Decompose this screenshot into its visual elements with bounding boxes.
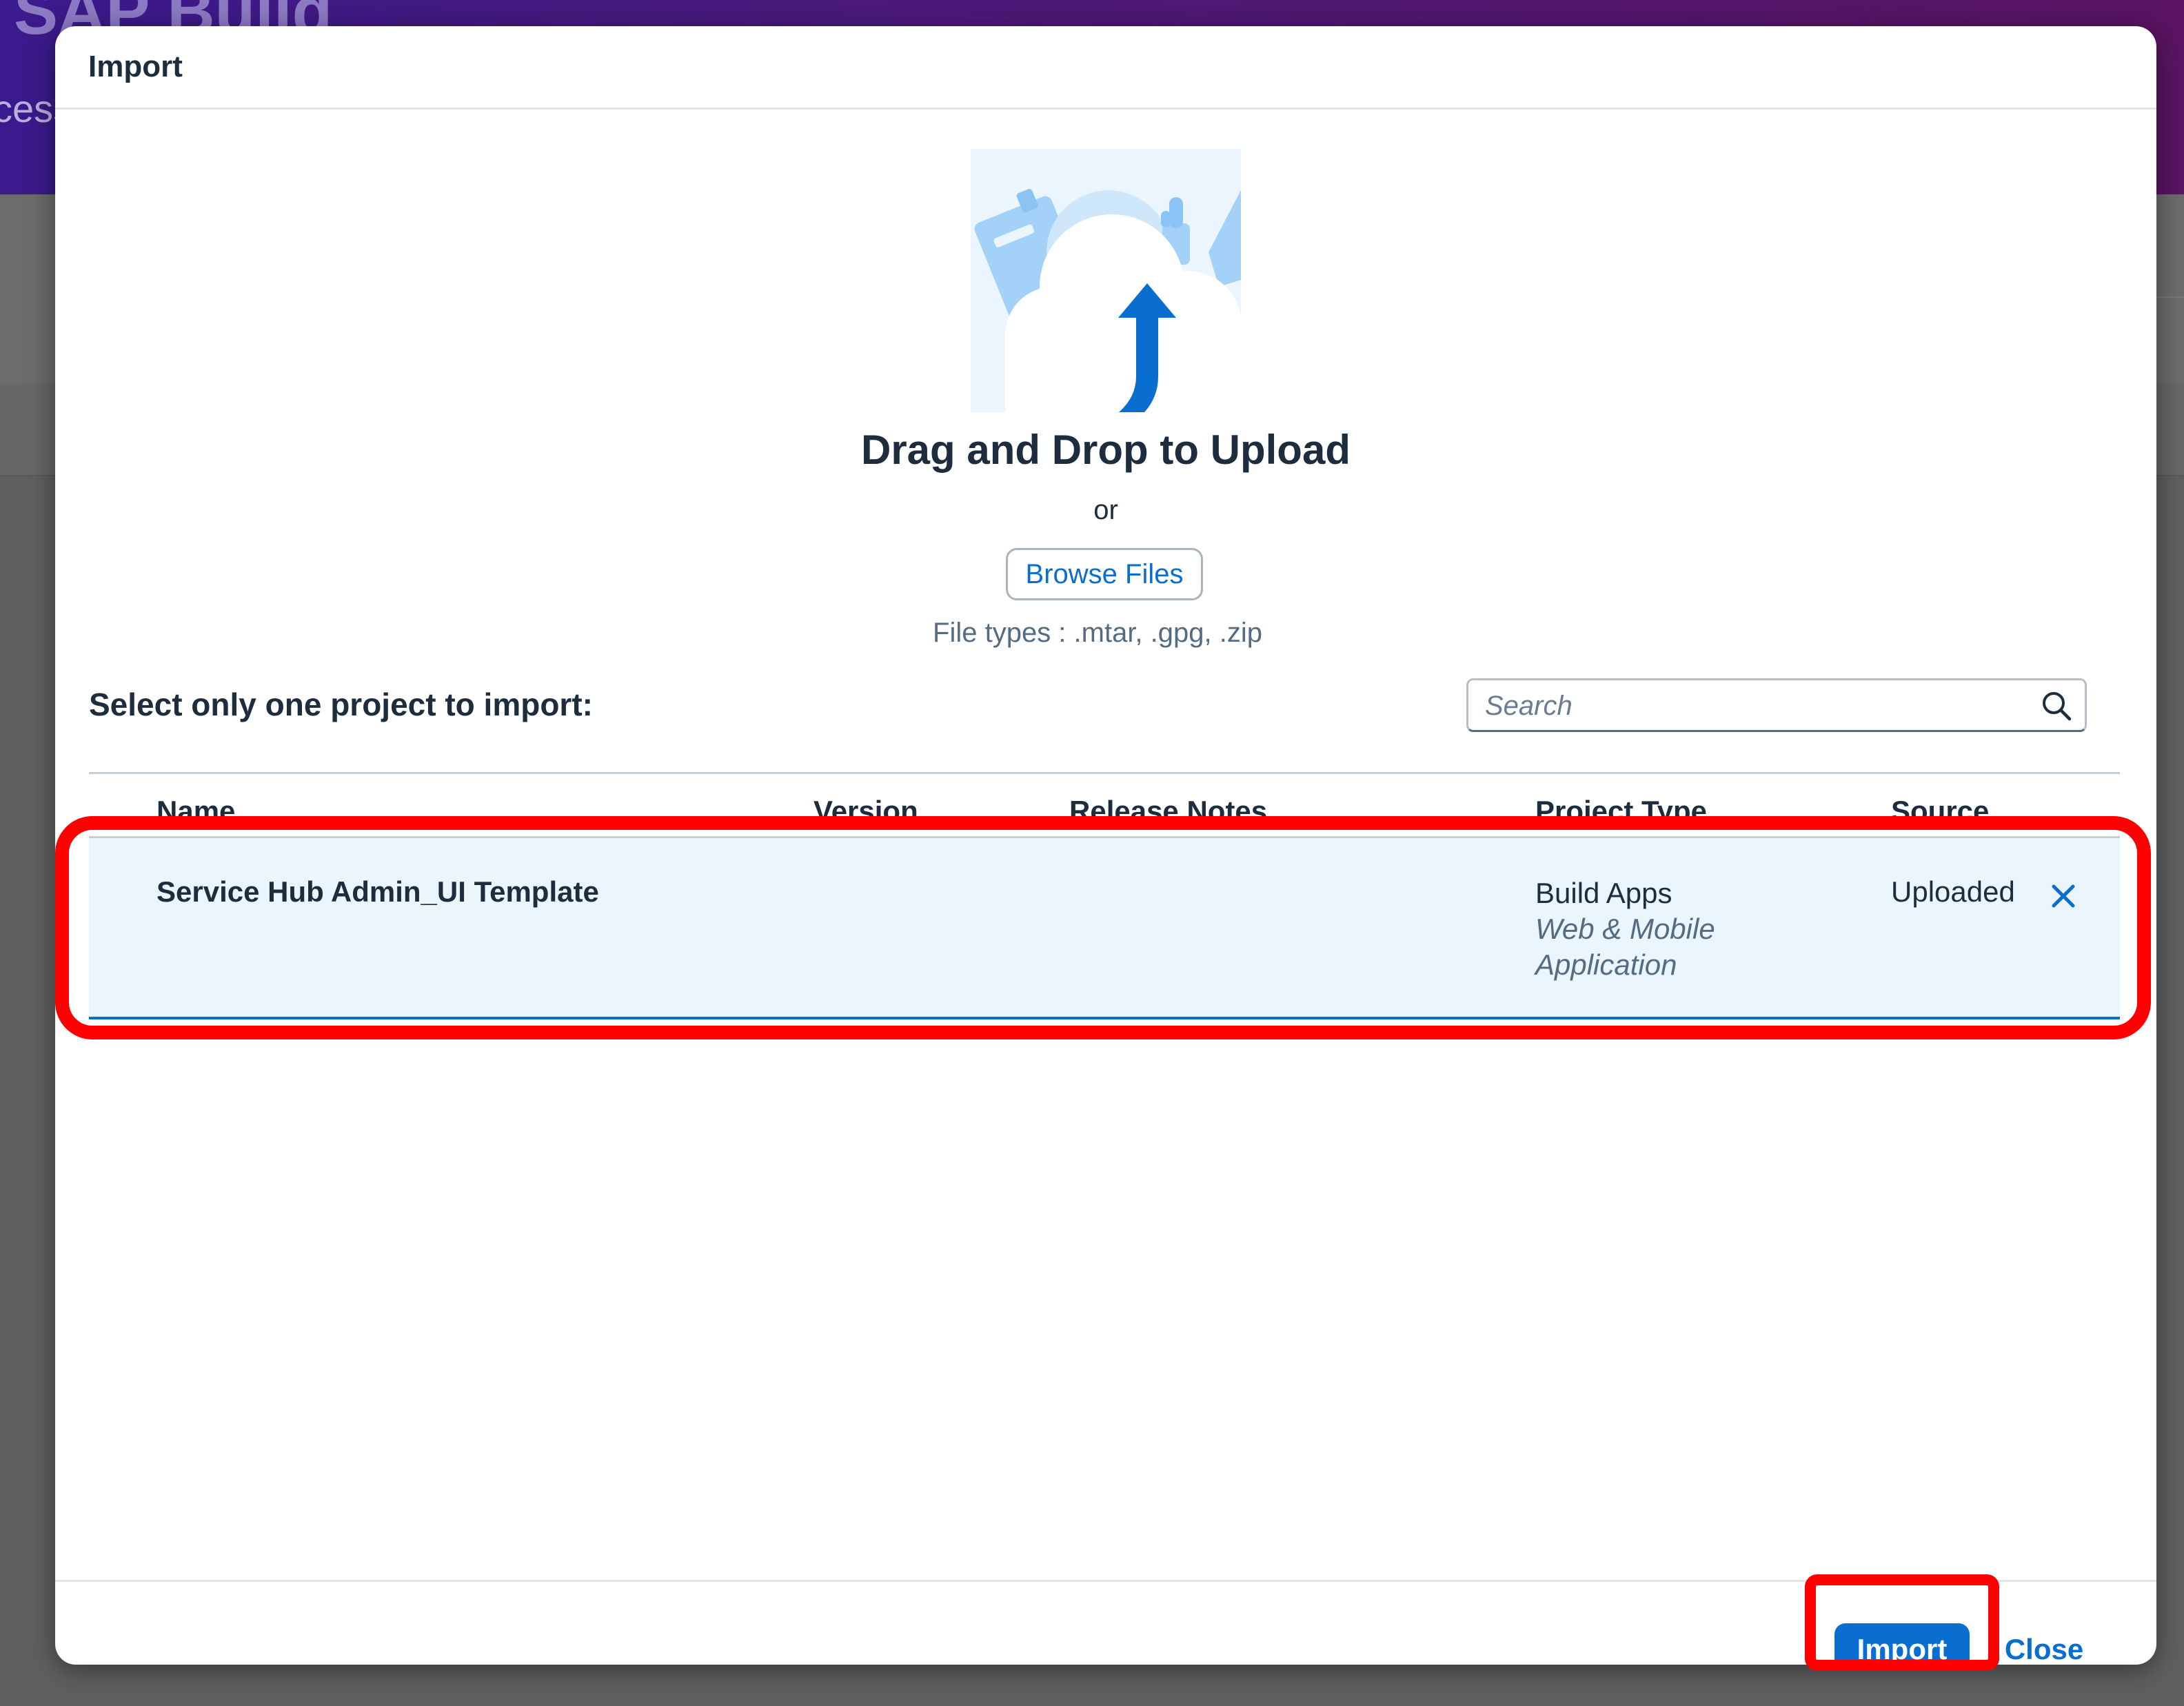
file-types-text: File types : .mtar, .gpg, .zip [933, 618, 1262, 648]
row-name: Service Hub Admin_UI Template [156, 875, 599, 908]
dialog-title: Import [88, 50, 183, 83]
dialog-footer: Import Close [55, 1580, 2156, 1665]
column-header-project-type[interactable]: Project Type [1535, 795, 1707, 828]
column-header-release-notes[interactable]: Release Notes [1069, 795, 1267, 828]
row-project-type-main: Build Apps [1535, 877, 1672, 909]
search-field [1466, 678, 2087, 732]
upload-heading: Drag and Drop to Upload [861, 427, 1351, 473]
search-input[interactable] [1484, 680, 2024, 731]
import-button[interactable]: Import [1834, 1623, 1970, 1665]
browse-files-button[interactable]: Browse Files [1006, 548, 1203, 600]
table-header: Name Version Release Notes Project Type … [89, 772, 2120, 838]
import-dialog: Import Drag and Drop to Upload or Browse… [55, 26, 2156, 1665]
search-icon[interactable] [2039, 689, 2074, 723]
row-project-subtype-line1: Web & Mobile [1535, 913, 1715, 945]
file-types-hint: File types : .mtar, .gpg, .zip [55, 618, 2156, 649]
column-header-version[interactable]: Version [813, 795, 918, 828]
upload-or-text: or [1093, 495, 1118, 525]
background-divider [2156, 296, 2184, 298]
row-project-type: Build Apps Web & Mobile Application [1535, 875, 1715, 983]
table-row[interactable]: Service Hub Admin_UI Template Build Apps… [89, 838, 2120, 1019]
select-project-label: Select only one project to import: [89, 687, 593, 722]
column-header-source[interactable]: Source [1891, 795, 1989, 828]
row-project-subtype-line2: Application [1535, 948, 1677, 981]
projects-table: Name Version Release Notes Project Type … [89, 772, 2120, 1019]
close-icon [2052, 884, 2075, 908]
cloud-upload-illustration-icon [971, 149, 1241, 412]
dialog-header: Import [55, 26, 2156, 110]
row-source: Uploaded [1891, 875, 2015, 908]
remove-row-button[interactable] [2045, 878, 2081, 914]
column-header-name[interactable]: Name [156, 795, 235, 828]
close-button[interactable]: Close [1999, 1623, 2089, 1665]
